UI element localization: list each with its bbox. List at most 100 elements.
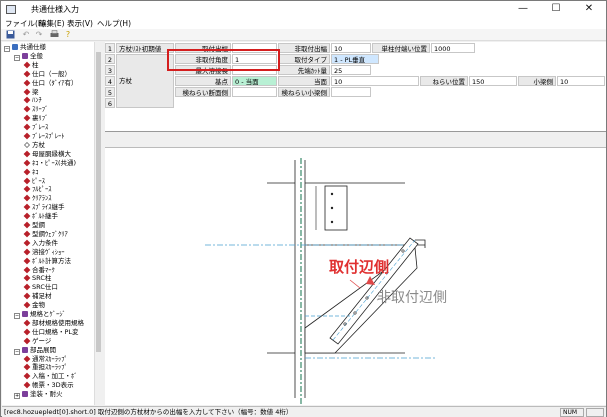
tree-node-icon (23, 292, 31, 300)
label-attach-side: 取付辺側 (329, 258, 389, 276)
tree-node-icon (23, 266, 31, 273)
tree-item-label: SRC仕口 (32, 283, 58, 292)
tree-item[interactable]: 型鋼 (23, 221, 45, 230)
status-bar: [rec8.hozuepledt[0].short.0] 取付辺側の方杖材からの… (2, 406, 606, 417)
row-number: 6 (105, 98, 115, 108)
tree-item[interactable]: ｽﾘｰﾌﾞ (23, 105, 49, 114)
menu-view[interactable]: 表示(V) (67, 18, 93, 29)
tree-item[interactable]: 母屋胴縁横大 (23, 150, 71, 159)
tree-item[interactable]: ﾈｺ・ﾋﾟｰｽ(共通) (23, 159, 76, 168)
help-icon[interactable]: ? (63, 30, 73, 40)
tree-item[interactable]: 型鋼ｳｪﾌﾞｸﾘｱ (23, 229, 68, 239)
tree-item[interactable]: ｽﾌﾟﾗｲｽ継手 (23, 203, 65, 212)
tree-item-label: 型鋼ｳｪﾌﾞｸﾘｱ (32, 229, 68, 238)
tree-item[interactable]: 裏ﾘﾌﾞ (23, 114, 49, 123)
status-message: [rec8.hozuepledt[0].short.0] 取付辺側の方杖材からの… (4, 408, 293, 416)
tree-item[interactable]: ﾎﾞﾙﾄ継手 (23, 212, 58, 221)
cell-select[interactable]: 0 - 当面 (232, 76, 277, 86)
tree-item[interactable]: 方杖 (24, 141, 45, 150)
cell-select[interactable]: 1 - PL垂直 (331, 54, 379, 64)
spec-tree: − 共通仕様 − 全般柱仕口（一般） 仕口（ﾀﾞｲｱ有）梁ﾊﾝﾁ ｽﾘｰﾌﾞ 裏ﾘﾌﾞ ﾌﾞﾚ… (2, 42, 102, 405)
tree-item[interactable]: 仕口（一般） (23, 70, 71, 79)
cell-input[interactable]: 10 (557, 76, 605, 86)
tree-item[interactable]: 仕口（ﾀﾞｲｱ有） (23, 79, 78, 88)
tree-node-icon (23, 61, 31, 69)
menu-help[interactable]: ヘルプ(H) (97, 18, 131, 29)
cell-label: 先端ｶｯﾄ量 (278, 65, 330, 75)
tree-item-label: 溶接ｳﾞｨｼｮｰ (32, 247, 65, 256)
tree-item[interactable]: 溶接ｳﾞｨｼｮｰ (23, 247, 65, 257)
row-number: 3 (105, 65, 115, 75)
cell-input[interactable] (331, 87, 371, 97)
tree-node-icon (23, 105, 31, 113)
cell-input[interactable]: 10 (331, 76, 419, 86)
cell-input[interactable] (232, 87, 277, 97)
tree-item[interactable]: ゲージ (23, 336, 52, 346)
tree-item[interactable]: − 全般 (14, 52, 43, 61)
tree-node-icon (23, 274, 31, 282)
minimize-button[interactable]: — (506, 1, 540, 18)
redo-icon[interactable]: ↷ (34, 30, 44, 40)
tree-item[interactable]: ｸﾘｱﾗﾝｽ (23, 194, 52, 203)
tree-item[interactable]: + 塗装・耐火 (14, 390, 63, 400)
tree-item[interactable]: ﾎﾞﾙﾄ計算方法 (23, 256, 71, 266)
tree-item[interactable]: − 部品展開 (14, 346, 56, 355)
expand-icon[interactable]: + (14, 393, 20, 400)
tree-item[interactable]: − 共通仕様 (4, 43, 46, 52)
tree-item-label: ﾎﾞﾙﾄ計算方法 (32, 256, 71, 265)
tree-item-label: ｽﾘｰﾌﾞ (32, 105, 49, 114)
window-title: 共通仕様入力 (31, 5, 79, 14)
undo-icon[interactable]: ↶ (21, 30, 31, 40)
collapse-icon[interactable]: − (14, 54, 20, 61)
cell-input[interactable]: 10 (331, 43, 371, 53)
tree-item-label: ゲージ (32, 336, 52, 345)
collapse-icon[interactable]: − (4, 46, 10, 52)
tree-item[interactable]: ﾌﾞﾚｰｽﾌﾟﾚｰﾄ (23, 132, 65, 141)
tree-node-icon (23, 132, 31, 140)
tree-node-icon (23, 283, 31, 291)
save-icon[interactable] (5, 30, 15, 40)
tree-node-icon (23, 150, 31, 158)
cell-label: 単柱付端い位置 (372, 43, 430, 53)
tree-item-label: 全般 (30, 51, 43, 60)
tree-item[interactable]: 金物 (23, 301, 45, 310)
collapse-icon[interactable]: − (14, 313, 20, 319)
tree-scrollbar[interactable] (94, 42, 102, 405)
close-button[interactable]: ✕ (572, 1, 606, 18)
tree-item[interactable]: 仕口規格・PL変 (23, 328, 79, 337)
section-label-brace: 方杖 (116, 54, 174, 108)
tree-item[interactable]: 部材規格使用規格 (23, 319, 84, 328)
drawing-canvas[interactable]: 取付辺側 非取付辺側 (105, 147, 606, 406)
row-number: 1 (105, 43, 115, 53)
app-window: 共通仕様入力 — ☐ ✕ ファイル(F) 編集(E) 表示(V) ヘルプ(H) … (0, 0, 607, 417)
tree-item-label: 裏ﾘﾌﾞ (32, 114, 49, 123)
maximize-button[interactable]: ☐ (539, 1, 573, 18)
tree-item[interactable]: 梁 (23, 87, 39, 97)
tree-scroll-thumb[interactable] (96, 52, 101, 352)
tree-item-label: ﾌﾙﾋﾟｰｽ (32, 185, 52, 194)
tree-item[interactable]: ﾈｺ (23, 168, 39, 177)
tree-item[interactable]: ﾌﾞﾚｰｽ (23, 123, 48, 132)
num-indicator: NUM (560, 408, 584, 417)
tree-item[interactable]: 補足材 (23, 292, 52, 301)
cell-input[interactable]: 25 (331, 65, 371, 75)
collapse-icon[interactable]: − (14, 348, 20, 355)
tree-node-icon (23, 194, 31, 202)
tree-item[interactable]: SRC仕口 (23, 283, 58, 292)
tree-item-label: 梁 (32, 87, 39, 96)
cell-input[interactable]: 150 (469, 76, 517, 86)
tree-item[interactable]: − 規格とｹﾞｰｼﾞ (14, 310, 66, 319)
tree-item[interactable]: ﾌﾙﾋﾟｰｽ (23, 185, 52, 194)
menu-edit[interactable]: 編集(E) (39, 18, 65, 29)
cell-input[interactable]: 1000 (431, 43, 475, 53)
tree-item[interactable]: 柱 (23, 61, 39, 70)
tree-item[interactable]: 入力条件 (23, 239, 58, 248)
app-icon (6, 5, 16, 14)
print-icon[interactable] (49, 30, 59, 40)
tree-item[interactable]: 入稿・加工・ﾎﾞ (23, 372, 78, 381)
tree-node-icon (23, 301, 31, 309)
tree-item[interactable]: ﾋﾟｰｽ (23, 177, 45, 186)
tree-item[interactable]: 帳票・3D表示 (23, 381, 74, 390)
tree-item-label: 金物 (32, 301, 45, 310)
tree-item[interactable]: ﾊﾝﾁ (23, 96, 42, 105)
